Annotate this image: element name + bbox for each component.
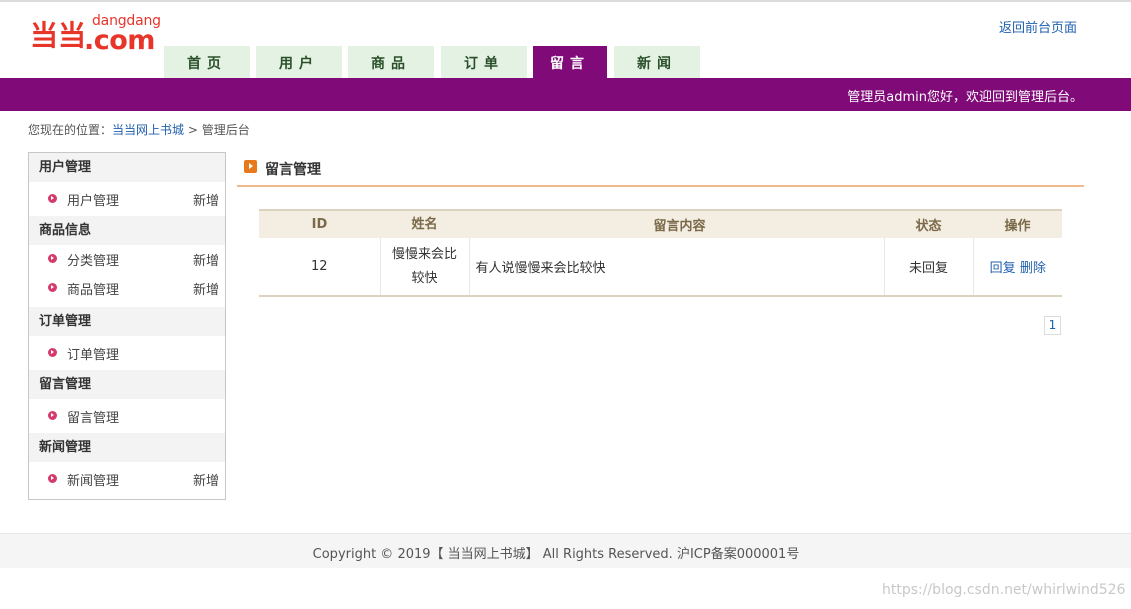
bullet-arrow-icon	[48, 194, 57, 203]
tab-orders[interactable]: 订单	[441, 46, 527, 78]
sidebar-add-link[interactable]: 新增	[193, 190, 219, 209]
copyright-text: Copyright © 2019【 当当网上书城】 All Rights Res…	[312, 547, 800, 562]
table-header-row: ID 姓名 留言内容 状态 操作	[259, 209, 1062, 238]
breadcrumb-current: 管理后台	[201, 123, 250, 137]
bullet-arrow-icon	[48, 348, 57, 357]
cell-id: 12	[259, 238, 380, 297]
sidebar-item-category-management[interactable]: 分类管理 新增	[29, 245, 225, 275]
sidebar-item-label[interactable]: 留言管理	[67, 407, 119, 426]
breadcrumb: 您现在的位置：当当网上书城 > 管理后台	[28, 121, 250, 138]
back-to-frontend-link[interactable]: 返回前台页面	[999, 17, 1077, 36]
logo-big-text: .com	[84, 25, 155, 56]
sidebar-item-label[interactable]: 订单管理	[67, 344, 119, 363]
sidebar-group-products: 商品信息	[29, 216, 225, 245]
bullet-arrow-icon	[48, 411, 57, 420]
reply-link[interactable]: 回复	[990, 261, 1016, 276]
cell-name: 慢慢来会比较快	[379, 238, 469, 297]
cell-actions: 回复 删除	[972, 238, 1062, 297]
bullet-arrow-icon	[48, 283, 57, 292]
sidebar-item-label[interactable]: 分类管理	[67, 250, 119, 269]
sidebar-add-link[interactable]: 新增	[193, 250, 219, 269]
dangdang-logo[interactable]: 当当 dangdang .com	[30, 12, 162, 56]
sidebar-item-user-management[interactable]: 用户管理 新增	[29, 182, 225, 216]
column-header-content: 留言内容	[469, 209, 884, 238]
sidebar-group-orders: 订单管理	[29, 307, 225, 336]
sidebar-group-messages: 留言管理	[29, 370, 225, 399]
column-header-id: ID	[259, 209, 380, 238]
pagination-page-1[interactable]: 1	[1044, 316, 1061, 335]
breadcrumb-separator: >	[187, 123, 198, 137]
dangdang-logo-icon: 当当	[30, 19, 86, 52]
sidebar-item-label[interactable]: 商品管理	[67, 279, 119, 298]
sidebar-item-message-management[interactable]: 留言管理	[29, 399, 225, 433]
bullet-arrow-icon	[48, 474, 57, 483]
delete-link[interactable]: 删除	[1020, 261, 1046, 276]
tab-messages[interactable]: 留言	[533, 46, 607, 78]
column-header-name: 姓名	[380, 209, 469, 238]
page-title: 留言管理	[265, 162, 321, 178]
tab-news[interactable]: 新闻	[614, 46, 700, 78]
column-header-actions: 操作	[973, 209, 1062, 238]
top-border	[0, 0, 1131, 2]
sidebar-add-link[interactable]: 新增	[193, 470, 219, 489]
tab-home[interactable]: 首页	[164, 46, 250, 78]
column-header-status: 状态	[884, 209, 973, 238]
breadcrumb-home-link[interactable]: 当当网上书城	[112, 123, 184, 137]
arrow-right-icon	[244, 160, 257, 173]
sidebar-group-news: 新闻管理	[29, 433, 225, 462]
bullet-arrow-icon	[48, 254, 57, 263]
sidebar-item-news-management[interactable]: 新闻管理 新增	[29, 462, 225, 496]
footer: Copyright © 2019【 当当网上书城】 All Rights Res…	[0, 533, 1131, 568]
breadcrumb-prefix: 您现在的位置：	[28, 123, 113, 137]
table-row: 12 慢慢来会比较快 有人说慢慢来会比较快 未回复 回复 删除	[259, 238, 1062, 297]
tab-users[interactable]: 用户	[256, 46, 342, 78]
cell-name-text: 慢慢来会比较快	[391, 246, 457, 286]
sidebar-item-order-management[interactable]: 订单管理	[29, 336, 225, 370]
panel-divider	[237, 185, 1084, 187]
cell-status: 未回复	[883, 238, 973, 297]
tab-products[interactable]: 商品	[348, 46, 434, 78]
messages-table: ID 姓名 留言内容 状态 操作 12 慢慢来会比较快 有人说慢慢来会比较快 未…	[259, 209, 1062, 297]
cell-content: 有人说慢慢来会比较快	[468, 238, 884, 297]
sidebar-item-product-management[interactable]: 商品管理 新增	[29, 275, 225, 307]
sidebar-item-label[interactable]: 新闻管理	[67, 470, 119, 489]
sidebar-add-link[interactable]: 新增	[193, 279, 219, 298]
header-bar: 管理员admin您好，欢迎回到管理后台。	[0, 78, 1131, 111]
svg-text:当当: 当当	[30, 19, 86, 52]
welcome-text: 管理员admin您好，欢迎回到管理后台。	[847, 90, 1083, 105]
sidebar-item-label[interactable]: 用户管理	[67, 190, 119, 209]
sidebar: 用户管理 用户管理 新增 商品信息 分类管理 新增 商品管理 新增 订单管理 订…	[28, 152, 226, 500]
watermark-text: https://blog.csdn.net/whirlwind526	[882, 582, 1126, 598]
sidebar-group-users: 用户管理	[29, 153, 225, 182]
